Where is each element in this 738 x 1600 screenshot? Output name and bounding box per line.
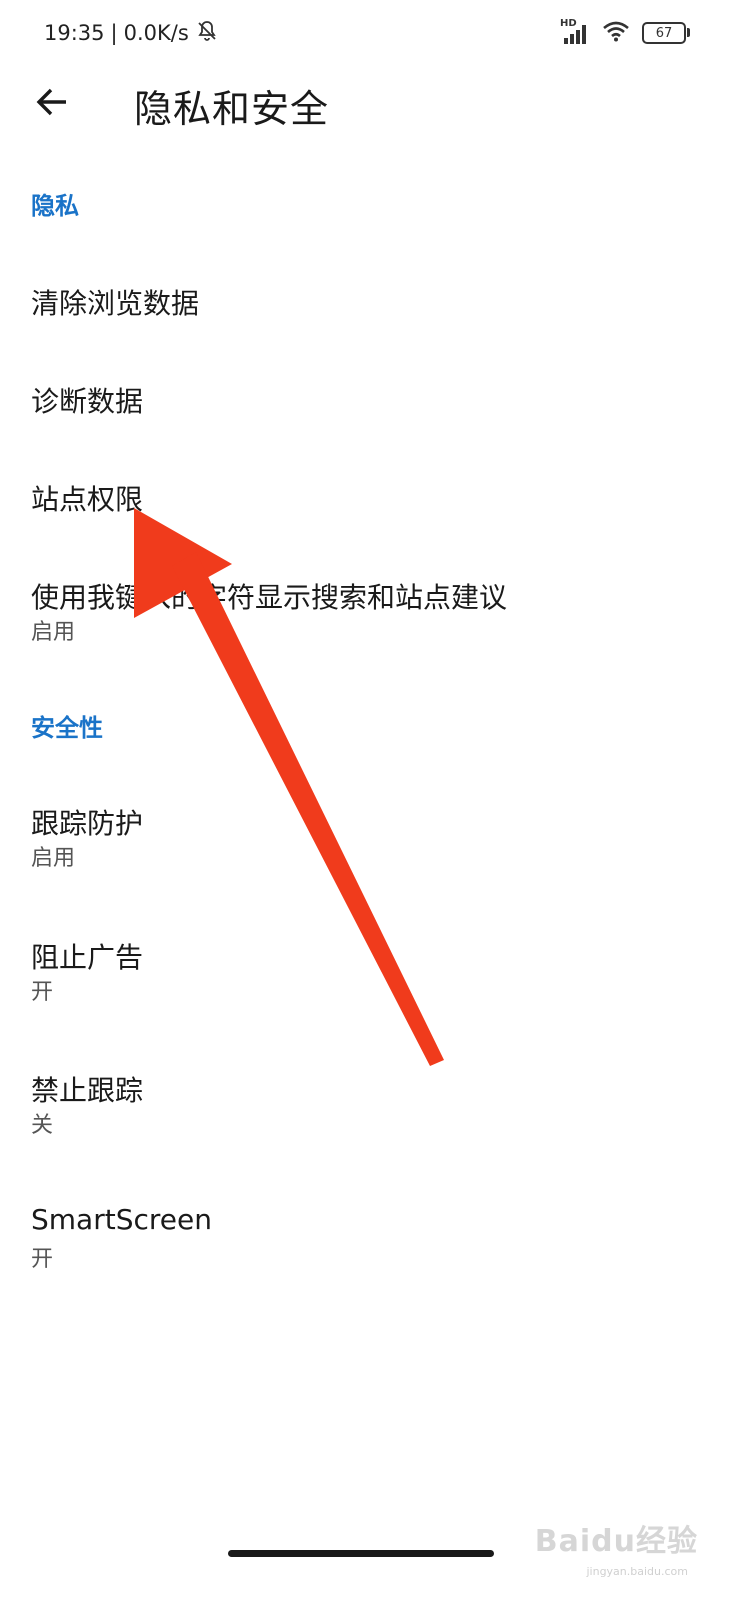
home-indicator[interactable]	[228, 1550, 494, 1557]
wifi-icon	[602, 20, 630, 46]
setting-search-suggestions[interactable]: 使用我键入的字符显示搜索和站点建议 启用	[0, 576, 738, 656]
section-header-security: 安全性	[31, 714, 103, 742]
setting-title: 站点权限	[31, 483, 144, 516]
battery-level: 67	[655, 25, 673, 41]
watermark-url: jingyan.baidu.com	[586, 1565, 688, 1578]
status-left: 19:35 | 0.0K/s	[44, 18, 219, 48]
battery-icon: 67	[642, 22, 690, 44]
setting-subtitle: 开	[31, 1247, 54, 1272]
arrow-left-icon	[34, 84, 70, 124]
back-button[interactable]	[24, 76, 80, 132]
setting-subtitle: 启用	[31, 620, 76, 645]
setting-title: SmartScreen	[31, 1203, 212, 1236]
page-title: 隐私和安全	[134, 87, 330, 131]
setting-title: 禁止跟踪	[31, 1074, 144, 1107]
setting-subtitle: 开	[31, 980, 54, 1005]
setting-block-ads[interactable]: 阻止广告 开	[0, 936, 738, 1016]
section-header-privacy: 隐私	[31, 192, 79, 220]
setting-subtitle: 关	[31, 1113, 54, 1138]
status-bar: 19:35 | 0.0K/s HD 67	[0, 0, 738, 64]
status-separator: |	[110, 21, 118, 45]
watermark-logo: Baidu经验	[534, 1524, 698, 1559]
setting-do-not-track[interactable]: 禁止跟踪 关	[0, 1069, 738, 1149]
status-time: 19:35	[44, 21, 105, 45]
status-right: HD 67	[560, 18, 690, 48]
signal-icon: HD	[560, 18, 590, 46]
setting-site-permissions[interactable]: 站点权限	[0, 478, 738, 538]
setting-tracking-prevention[interactable]: 跟踪防护 启用	[0, 802, 738, 882]
setting-diagnostic-data[interactable]: 诊断数据	[0, 380, 738, 440]
app-bar: 隐私和安全	[0, 64, 738, 144]
setting-title: 清除浏览数据	[31, 287, 200, 320]
setting-title: 诊断数据	[31, 385, 144, 418]
setting-clear-browsing-data[interactable]: 清除浏览数据	[0, 282, 738, 342]
setting-title: 使用我键入的字符显示搜索和站点建议	[31, 581, 508, 614]
setting-smartscreen[interactable]: SmartScreen 开	[0, 1203, 738, 1283]
setting-title: 跟踪防护	[31, 807, 144, 840]
annotation-arrow	[134, 508, 444, 1066]
status-net-speed: 0.0K/s	[123, 21, 189, 45]
setting-title: 阻止广告	[31, 941, 144, 974]
bell-muted-icon	[195, 19, 219, 48]
setting-subtitle: 启用	[31, 846, 76, 871]
